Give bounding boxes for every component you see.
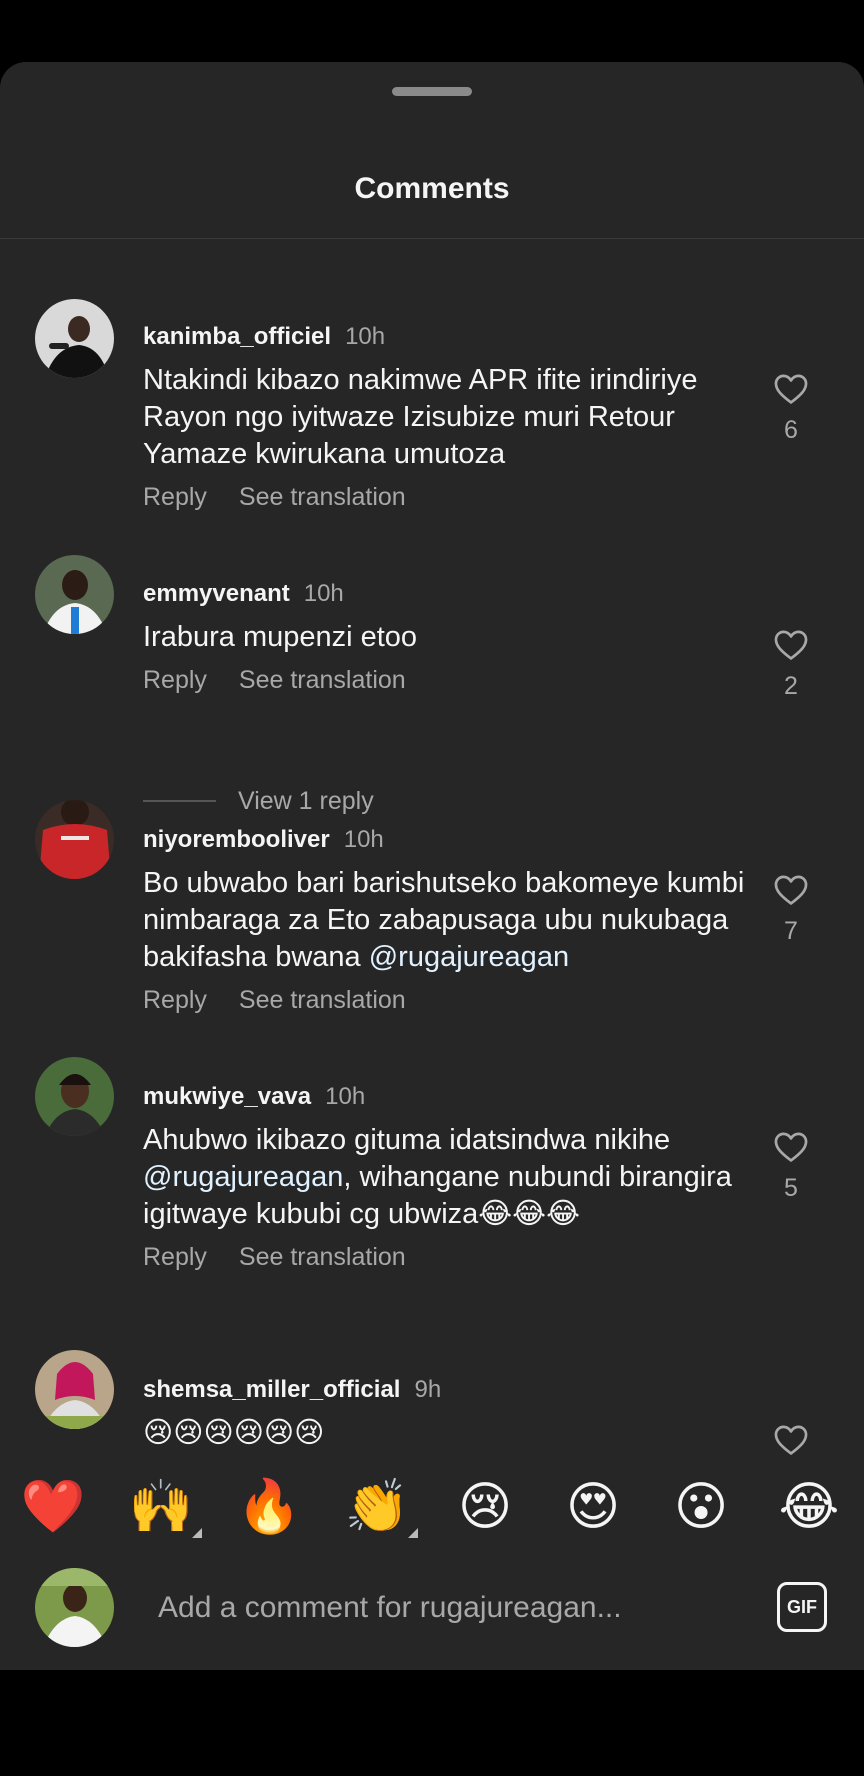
- like-control: 7: [766, 871, 816, 946]
- heart-icon[interactable]: [772, 1128, 810, 1166]
- timestamp: 10h: [343, 826, 384, 853]
- heart-icon[interactable]: [772, 1421, 810, 1459]
- view-replies-label: View 1 reply: [238, 786, 374, 815]
- comment-input[interactable]: [158, 1580, 758, 1636]
- laughing-emoji-button[interactable]: 😂: [774, 1472, 844, 1542]
- see-translation-button[interactable]: See translation: [239, 1243, 406, 1272]
- username[interactable]: emmyvenant: [143, 580, 290, 607]
- reply-button[interactable]: Reply: [143, 986, 207, 1015]
- like-control: 5: [766, 1128, 816, 1203]
- heart-icon[interactable]: [772, 370, 810, 408]
- timestamp: 10h: [325, 1083, 366, 1110]
- see-translation-button[interactable]: See translation: [239, 483, 406, 512]
- surprised-emoji-button[interactable]: 😮: [666, 1472, 736, 1542]
- comment-body: emmyvenant 10h Irabura mupenzi etoo Reply…: [143, 579, 763, 695]
- clapping-emoji-button[interactable]: 👏: [342, 1472, 418, 1542]
- like-count: 6: [784, 416, 798, 444]
- username[interactable]: shemsa_miller_official: [143, 1376, 400, 1403]
- see-translation-button[interactable]: See translation: [239, 666, 406, 695]
- comment-text: Ntakindi kibazo nakimwe APR ifite irindi…: [143, 364, 698, 470]
- like-control: 6: [766, 370, 816, 445]
- heart-emoji-button[interactable]: ❤️: [18, 1472, 88, 1542]
- skin-tone-indicator-icon: [408, 1528, 418, 1538]
- comment-text: Ahubwo ikibazo gituma idatsindwa nikihe …: [143, 1124, 732, 1230]
- mention-link[interactable]: @rugajureagan: [143, 1161, 343, 1193]
- comment-body: kanimba_officiel 10h Ntakindi kibazo naki…: [143, 322, 763, 512]
- reply-button[interactable]: Reply: [143, 666, 207, 695]
- crying-emoji-button[interactable]: 😢: [450, 1472, 520, 1542]
- mention-link[interactable]: @rugajureagan: [369, 941, 569, 973]
- like-control: 2: [766, 626, 816, 701]
- timestamp: 9h: [414, 1376, 442, 1403]
- current-user-avatar: [35, 1568, 114, 1647]
- raising-hands-emoji-button[interactable]: 🙌: [126, 1472, 202, 1542]
- avatar[interactable]: [35, 1057, 114, 1136]
- view-replies-button[interactable]: View 1 reply: [143, 781, 374, 821]
- avatar[interactable]: [35, 1350, 114, 1429]
- timestamp: 10h: [345, 323, 386, 350]
- username[interactable]: mukwiye_vava: [143, 1083, 311, 1110]
- see-translation-button[interactable]: See translation: [239, 986, 406, 1015]
- sheet-title: Comments: [354, 172, 510, 205]
- comments-sheet: Comments kanimba_officiel 10h Ntakindi ki…: [0, 62, 864, 1670]
- comment-body: shemsa_miller_official 9h 😢😢😢😢😢😢: [143, 1375, 763, 1452]
- comment-text: Bo ubwabo bari barishutseko bakomeye kum…: [143, 867, 745, 973]
- comment-composer: GIF: [0, 1552, 864, 1670]
- reply-button[interactable]: Reply: [143, 1243, 207, 1272]
- comment-text: Irabura mupenzi etoo: [143, 621, 418, 653]
- like-count: 2: [784, 672, 798, 700]
- comment-body: mukwiye_vava 10h Ahubwo ikibazo gituma id…: [143, 1082, 763, 1272]
- heart-eyes-emoji-button[interactable]: 😍: [558, 1472, 628, 1542]
- divider: [143, 800, 216, 802]
- avatar[interactable]: [35, 800, 114, 879]
- like-count: 5: [784, 1174, 798, 1202]
- heart-icon[interactable]: [772, 626, 810, 664]
- username[interactable]: kanimba_officiel: [143, 323, 331, 350]
- reply-button[interactable]: Reply: [143, 483, 207, 512]
- comment-body: niyorembooliver 10h Bo ubwabo bari barish…: [143, 825, 763, 1015]
- gif-button[interactable]: GIF: [777, 1582, 827, 1632]
- like-count: 7: [784, 917, 798, 945]
- username[interactable]: niyorembooliver: [143, 826, 330, 853]
- avatar[interactable]: [35, 555, 114, 634]
- drag-handle[interactable]: [392, 87, 472, 96]
- comment-list[interactable]: kanimba_officiel 10h Ntakindi kibazo naki…: [0, 239, 864, 1509]
- timestamp: 10h: [303, 580, 344, 607]
- comment-text: 😢😢😢😢😢😢: [143, 1417, 325, 1449]
- avatar[interactable]: [35, 299, 114, 378]
- fire-emoji-button[interactable]: 🔥: [234, 1472, 304, 1542]
- skin-tone-indicator-icon: [192, 1528, 202, 1538]
- heart-icon[interactable]: [772, 871, 810, 909]
- reaction-bar: ❤️ 🙌 🔥 👏 😢 😍 😮 😂: [0, 1458, 864, 1558]
